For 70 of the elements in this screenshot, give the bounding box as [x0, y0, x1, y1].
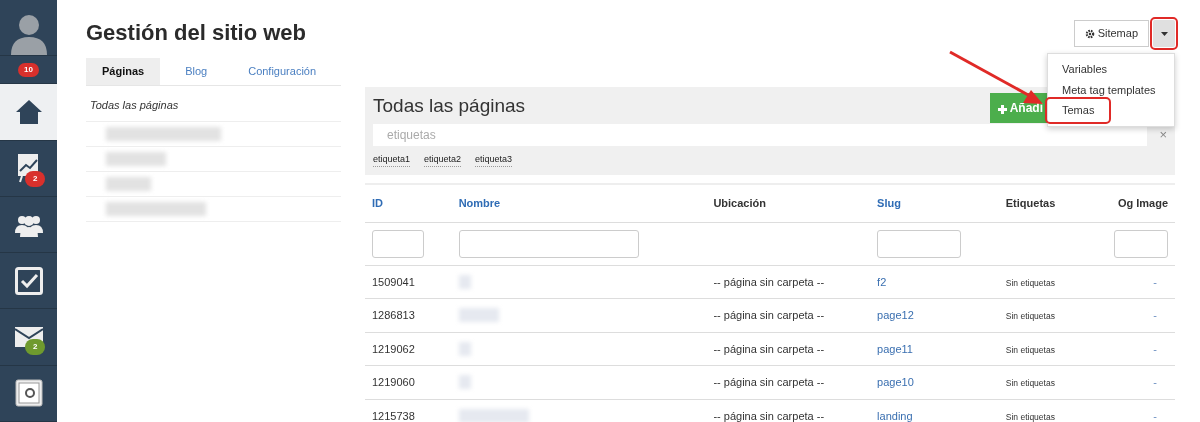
table-cell: - — [1153, 275, 1157, 288]
tab[interactable]: Configuración — [232, 58, 333, 85]
table-cell: 1286813 — [365, 298, 452, 333]
table-cell: - — [1153, 376, 1157, 389]
column-header[interactable]: Slug — [870, 184, 999, 223]
menu-item[interactable]: Meta tag templates — [1048, 79, 1170, 100]
slug-link[interactable]: page12 — [877, 309, 914, 322]
tab[interactable]: Blog — [160, 58, 233, 85]
filter-field[interactable] — [877, 229, 962, 258]
table-cell: Sin etiquetas — [1005, 344, 1055, 355]
home-icon — [14, 99, 43, 126]
redacted-text — [106, 177, 151, 192]
safe-icon — [14, 379, 43, 408]
slug-link[interactable]: page10 — [877, 376, 914, 389]
slug-link[interactable]: page11 — [877, 342, 913, 355]
redacted-text — [106, 152, 166, 167]
table-cell: 1215738 — [365, 399, 452, 422]
column-header: Etiquetas — [998, 184, 1083, 223]
column-header: Ubicación — [706, 184, 871, 223]
gear-icon — [1084, 29, 1095, 40]
table-cell: 1219060 — [365, 365, 452, 400]
table-cell: Sin etiquetas — [1005, 311, 1055, 322]
table-cell: -- página sin carpeta -- — [706, 399, 871, 422]
page-title: Gestión del sitio web — [86, 20, 307, 47]
chart-icon — [16, 153, 41, 184]
filter-field[interactable] — [372, 229, 424, 258]
redacted-text — [458, 308, 499, 323]
table-cell: Sin etiquetas — [1005, 411, 1055, 422]
folder-title: Todas las páginas — [86, 86, 341, 123]
menu-item[interactable]: Variables — [1048, 59, 1122, 80]
column-header[interactable]: Nombre — [451, 184, 707, 223]
redacted-text — [458, 341, 471, 356]
column-header[interactable]: ID — [365, 184, 452, 223]
tag-link[interactable]: etiqueta2 — [424, 152, 462, 168]
sitemap-button[interactable]: Sitemap — [1073, 20, 1149, 47]
menu-item[interactable]: Temas — [1048, 100, 1109, 121]
caret-icon — [1160, 31, 1168, 36]
filter-field[interactable] — [458, 229, 639, 258]
clear-button[interactable]: × — [1159, 124, 1167, 145]
tag-search-field[interactable]: etiquetas — [373, 123, 1148, 146]
table-cell: -- página sin carpeta -- — [706, 265, 871, 299]
slug-link[interactable]: landing — [877, 409, 913, 422]
table-cell: - — [1153, 409, 1157, 422]
table-cell: 1219062 — [365, 332, 452, 366]
table-cell: 1509041 — [365, 265, 452, 299]
tag-link[interactable]: etiqueta3 — [475, 152, 513, 168]
tag-link[interactable]: etiqueta1 — [373, 152, 411, 168]
redacted-text — [458, 408, 529, 422]
count-badge: 2 — [25, 339, 46, 356]
panel-title: Todas las páginas — [373, 94, 526, 118]
plus-icon — [997, 104, 1007, 114]
table-cell: -- página sin carpeta -- — [706, 298, 871, 333]
filter-field[interactable] — [1114, 229, 1168, 258]
sidebar-item[interactable]: 2 — [0, 140, 57, 197]
table-cell: -- página sin carpeta -- — [706, 332, 871, 366]
table-cell: - — [1153, 309, 1157, 322]
table-cell: Sin etiquetas — [1005, 277, 1055, 288]
table-cell: Sin etiquetas — [1005, 378, 1055, 389]
tab[interactable]: Páginas — [86, 58, 161, 85]
sidebar-item[interactable] — [0, 84, 57, 141]
sidebar-item[interactable]: 2 — [0, 309, 57, 366]
dropdown-toggle-button[interactable] — [1153, 20, 1175, 47]
redacted-text — [458, 375, 471, 390]
notification-count: 10 — [18, 62, 39, 77]
redacted-text — [458, 274, 471, 289]
table-cell: - — [1153, 342, 1157, 355]
column-header: Og Image — [1082, 184, 1175, 223]
checkbox-icon — [14, 266, 43, 295]
slug-link[interactable]: f2 — [877, 275, 887, 288]
table-cell: -- página sin carpeta -- — [706, 365, 871, 400]
